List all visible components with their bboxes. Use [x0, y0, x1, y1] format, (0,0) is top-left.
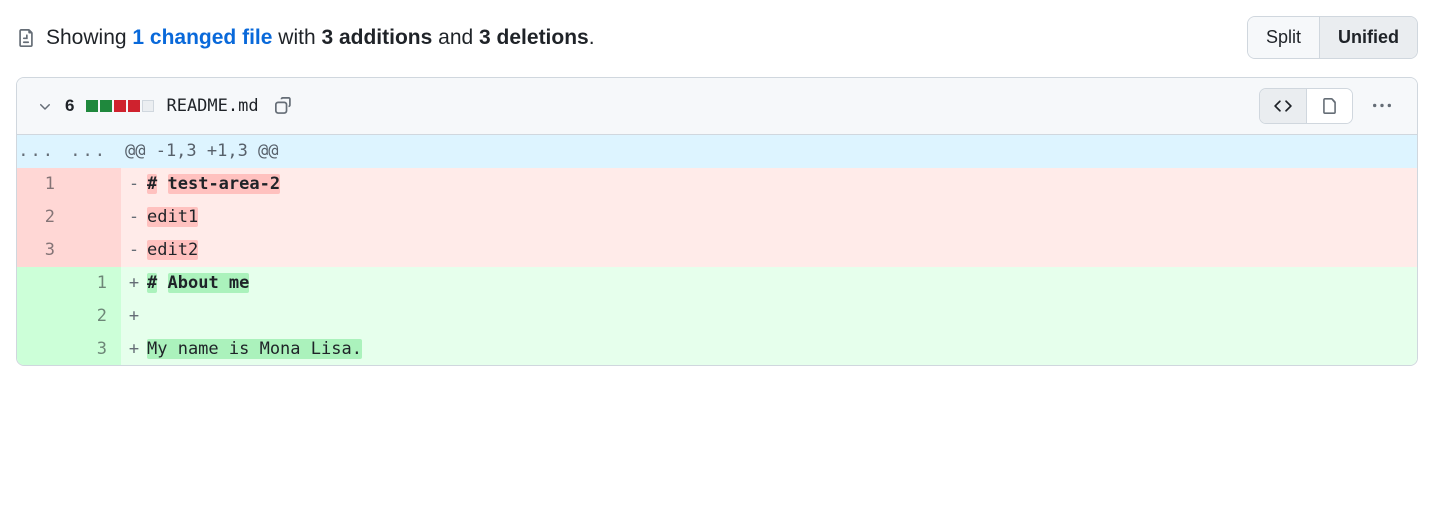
diff-marker: + — [121, 333, 147, 366]
new-line-number[interactable]: 2 — [69, 300, 121, 333]
old-line-number — [17, 333, 69, 366]
split-view-button[interactable]: Split — [1248, 17, 1319, 58]
source-view-button[interactable] — [1260, 89, 1306, 123]
file-change-count: 6 — [65, 96, 74, 116]
summary-mid1: with — [272, 26, 321, 49]
new-line-number[interactable]: 1 — [69, 267, 121, 300]
copy-path-button[interactable] — [271, 93, 297, 119]
file-diff: 6 README.md — [16, 77, 1418, 366]
hunk-expand-old[interactable]: ... — [17, 135, 69, 168]
diff-line-deletion: 3 - edit2 — [17, 234, 1417, 267]
diff-line-deletion: 1 - # test-area-2 — [17, 168, 1417, 201]
diff-summary-bar: Showing 1 changed file with 3 additions … — [16, 16, 1418, 59]
diff-view-toggle: Split Unified — [1247, 16, 1418, 59]
diff-marker: - — [121, 168, 147, 201]
diff-table: ... ... @@ -1,3 +1,3 @@ 1 - # test-area-… — [17, 135, 1417, 365]
diff-marker: - — [121, 201, 147, 234]
file-header-left: 6 README.md — [37, 93, 297, 119]
changed-files-link[interactable]: 1 changed file — [132, 26, 272, 49]
diff-line-deletion: 2 - edit1 — [17, 201, 1417, 234]
diff-marker: + — [121, 300, 147, 333]
diff-code: # test-area-2 — [147, 168, 1417, 201]
source-rendered-toggle — [1259, 88, 1353, 124]
diff-line-addition: 1 + # About me — [17, 267, 1417, 300]
file-header: 6 README.md — [17, 78, 1417, 135]
diffstat-add-block — [100, 100, 112, 112]
diffstat-add-block — [86, 100, 98, 112]
diff-code — [147, 300, 1417, 333]
new-line-number[interactable]: 3 — [69, 333, 121, 366]
summary-mid2: and — [432, 26, 479, 49]
summary-prefix: Showing — [46, 26, 132, 49]
file-diff-icon — [16, 28, 36, 48]
unified-view-button[interactable]: Unified — [1319, 17, 1417, 58]
diff-code: edit1 — [147, 201, 1417, 234]
diff-line-addition: 2 + — [17, 300, 1417, 333]
diff-code: # About me — [147, 267, 1417, 300]
new-line-number — [69, 234, 121, 267]
rendered-view-button[interactable] — [1306, 89, 1352, 123]
file-actions-menu[interactable] — [1367, 93, 1397, 119]
diffstat-neutral-block — [142, 100, 154, 112]
old-line-number[interactable]: 1 — [17, 168, 69, 201]
hunk-expand-new[interactable]: ... — [69, 135, 121, 168]
diffstat-del-block — [128, 100, 140, 112]
filename[interactable]: README.md — [166, 96, 258, 116]
new-line-number — [69, 168, 121, 201]
old-line-number[interactable]: 3 — [17, 234, 69, 267]
hunk-header-row: ... ... @@ -1,3 +1,3 @@ — [17, 135, 1417, 168]
old-line-number — [17, 267, 69, 300]
diffstat-blocks — [86, 100, 154, 112]
diff-code: edit2 — [147, 234, 1417, 267]
collapse-toggle[interactable] — [37, 98, 53, 114]
hunk-header: @@ -1,3 +1,3 @@ — [121, 135, 1417, 168]
diff-marker: - — [121, 234, 147, 267]
additions-count: 3 additions — [321, 26, 432, 49]
diff-marker: + — [121, 267, 147, 300]
diff-code: My name is Mona Lisa. — [147, 333, 1417, 366]
old-line-number[interactable]: 2 — [17, 201, 69, 234]
new-line-number — [69, 201, 121, 234]
diffstat-del-block — [114, 100, 126, 112]
diff-summary-text: Showing 1 changed file with 3 additions … — [46, 26, 595, 50]
old-line-number — [17, 300, 69, 333]
file-header-right — [1259, 88, 1397, 124]
diff-line-addition: 3 + My name is Mona Lisa. — [17, 333, 1417, 366]
deletions-count: 3 deletions — [479, 26, 589, 49]
diff-summary-left: Showing 1 changed file with 3 additions … — [16, 26, 595, 50]
summary-suffix: . — [589, 26, 595, 49]
